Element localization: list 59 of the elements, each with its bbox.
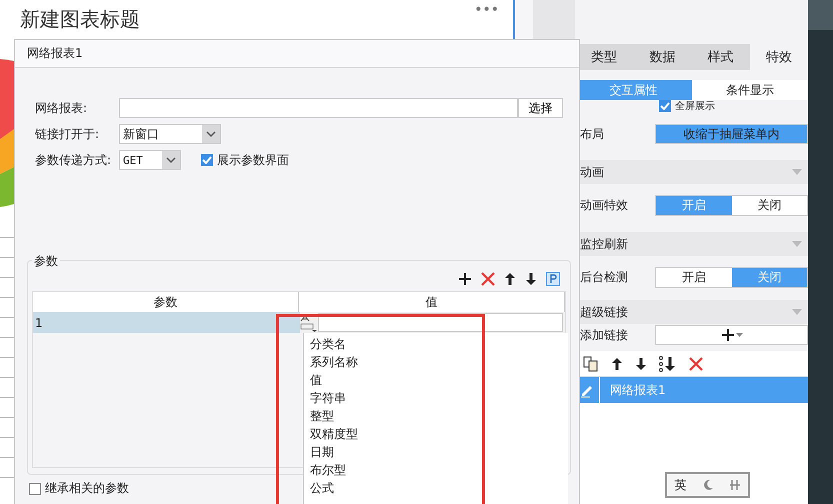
chart-title: 新建图表标题: [20, 6, 140, 33]
fullscreen-checkbox[interactable]: [659, 100, 671, 112]
menu-item[interactable]: 双精度型: [310, 425, 568, 443]
chevron-down-icon: [206, 131, 216, 137]
menu-item[interactable]: 值: [310, 371, 568, 389]
punctuation-icon[interactable]: [728, 479, 740, 491]
ime-toolbar[interactable]: 英: [665, 472, 750, 498]
fullscreen-label: 全屏展示: [675, 100, 715, 112]
panel-tab[interactable]: 特效: [750, 44, 808, 70]
delete-icon[interactable]: [481, 272, 495, 286]
menu-item[interactable]: 系列名称: [310, 353, 568, 371]
move-down-icon[interactable]: [525, 272, 537, 286]
choose-button[interactable]: 选择: [518, 98, 563, 118]
table-cell[interactable]: 1: [33, 312, 300, 333]
open-in-select[interactable]: 新窗口: [119, 124, 221, 144]
move-bottom-icon[interactable]: [659, 356, 677, 372]
menu-item[interactable]: 分类名: [310, 335, 568, 353]
copy-icon[interactable]: [583, 356, 599, 372]
plus-icon: [720, 328, 734, 342]
layout-button[interactable]: 收缩于抽屉菜单内: [655, 124, 808, 144]
chevron-down-icon: [166, 157, 176, 163]
show-params-label: 展示参数界面: [217, 152, 289, 168]
menu-item[interactable]: 公式: [310, 479, 568, 497]
more-button[interactable]: •••: [474, 2, 499, 18]
moon-icon[interactable]: [702, 479, 714, 491]
caret-icon: [792, 169, 802, 175]
ime-language-label[interactable]: 英: [674, 476, 686, 494]
panel-tab[interactable]: 数据: [633, 44, 692, 70]
add-link-label: 添加链接: [580, 326, 629, 344]
parameter-icon[interactable]: [546, 272, 560, 286]
inherit-label: 继承相关的参数: [45, 480, 129, 497]
field-label: 链接打开于:: [35, 126, 100, 142]
field-label: 网络报表:: [35, 100, 88, 116]
layout-label: 布局: [580, 126, 605, 142]
show-params-checkbox[interactable]: [201, 154, 213, 166]
move-up-icon[interactable]: [504, 272, 516, 286]
toggle-option[interactable]: 开启: [656, 268, 732, 286]
report-input-field[interactable]: [119, 98, 518, 118]
inherit-checkbox[interactable]: [29, 482, 41, 494]
menu-item[interactable]: 布尔型: [310, 461, 568, 479]
delete-icon[interactable]: [689, 356, 703, 370]
setting-label: 后台检测: [580, 268, 629, 286]
panel-tab[interactable]: 样式: [692, 44, 750, 70]
menu-item[interactable]: 整型: [310, 407, 568, 425]
sub-tab[interactable]: 条件显示: [692, 80, 808, 100]
move-down-icon[interactable]: [635, 356, 647, 370]
field-label: 参数传递方式:: [35, 152, 112, 168]
setting-label: 动画特效: [580, 196, 629, 214]
group-legend: 参数: [32, 253, 60, 270]
menu-item[interactable]: 字符串: [310, 389, 568, 407]
move-up-icon[interactable]: [611, 356, 623, 370]
dialog-title: 网络报表1: [15, 40, 579, 68]
menu-item[interactable]: 日期: [310, 443, 568, 461]
caret-icon: [792, 241, 802, 247]
caret-icon: [736, 333, 742, 337]
caret-icon: [792, 309, 802, 315]
method-select[interactable]: GET: [119, 150, 181, 170]
add-icon[interactable]: [458, 272, 472, 286]
toggle-option[interactable]: 关闭: [732, 196, 807, 214]
